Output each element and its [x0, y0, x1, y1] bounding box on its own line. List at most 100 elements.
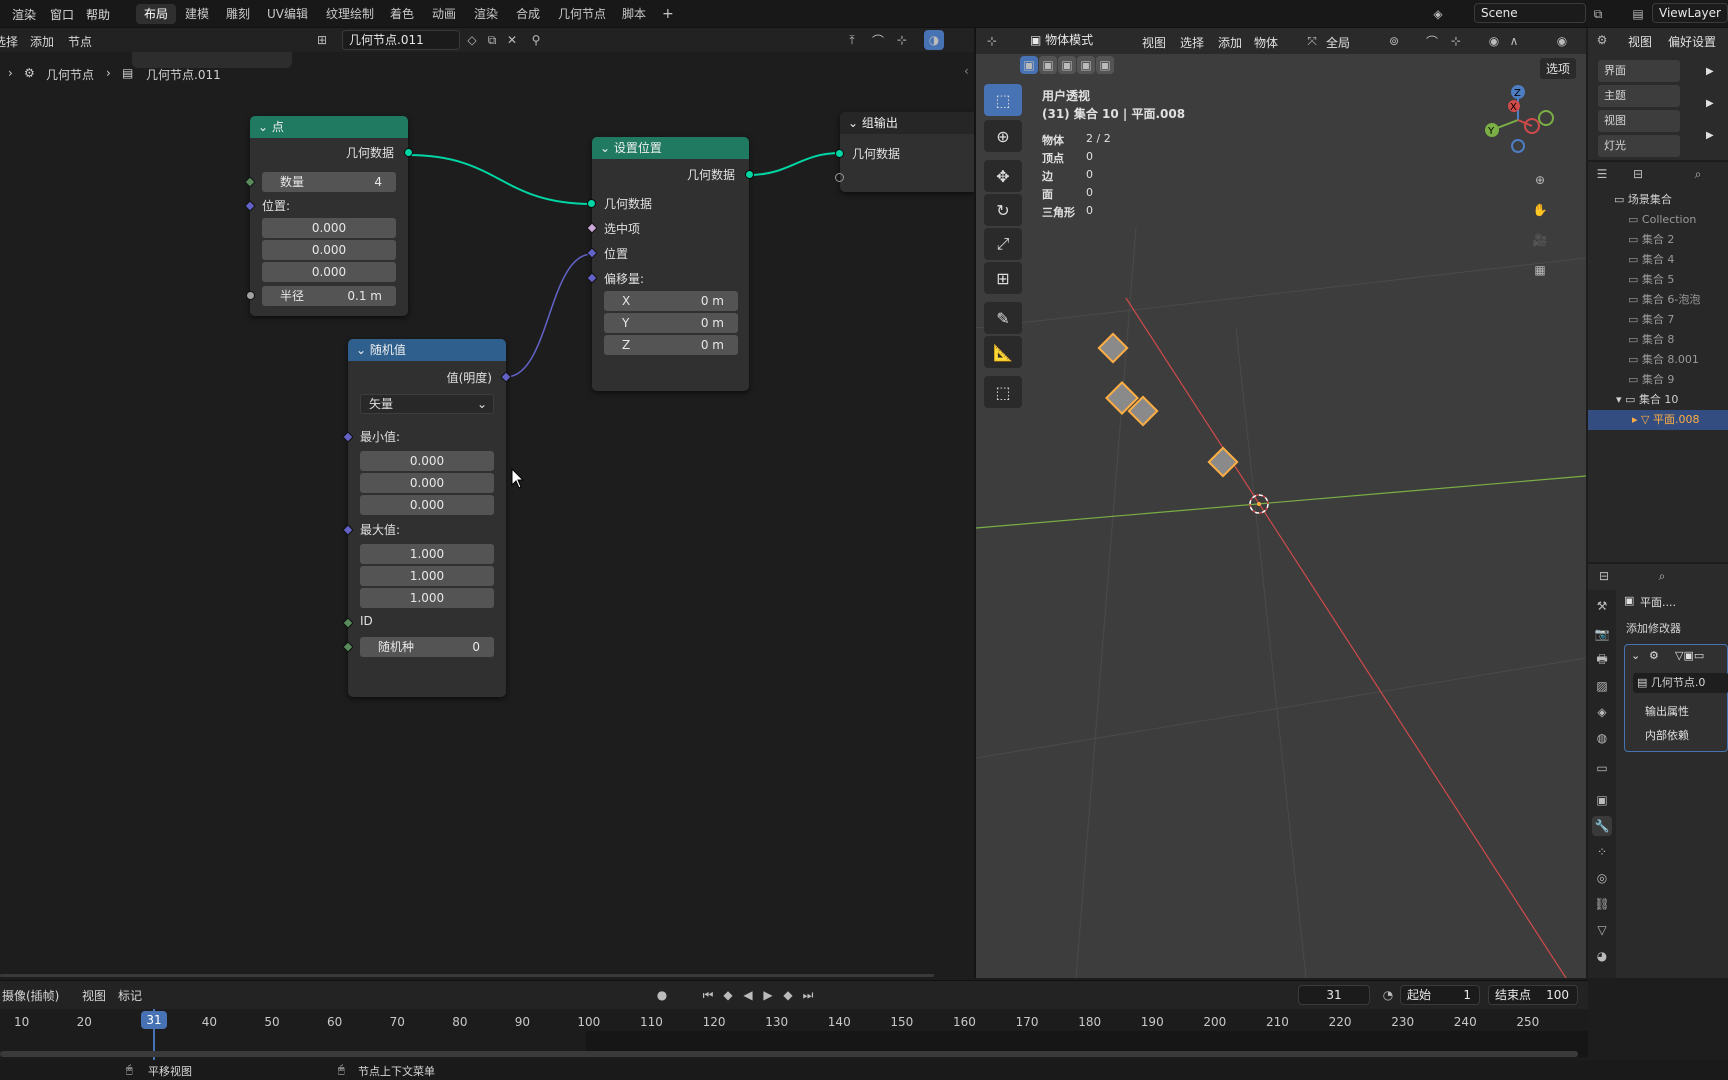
outliner-scene-collection[interactable]: ▭ 场景集合: [1588, 190, 1728, 210]
outliner-item[interactable]: ▾ ▭ 集合 10: [1588, 390, 1728, 410]
tab-shading[interactable]: 着色: [382, 4, 422, 24]
collapse-chevron-icon[interactable]: ⌄: [356, 343, 366, 357]
node-group-selector[interactable]: ▤ 几何节点.0: [1633, 673, 1728, 693]
min-y-field[interactable]: 0.000: [360, 473, 494, 493]
expand-arrow-icon[interactable]: ▸: [1632, 413, 1638, 426]
select-invert-icon[interactable]: ▣: [1077, 56, 1095, 74]
max-z-field[interactable]: 1.000: [360, 588, 494, 608]
start-frame-field[interactable]: 起始 1: [1400, 985, 1480, 1005]
measure-tool[interactable]: 📐: [984, 336, 1022, 368]
prefs-menu-view[interactable]: 视图: [1628, 33, 1652, 50]
outliner-item[interactable]: ▭ 集合 4: [1588, 250, 1728, 270]
position-x-field[interactable]: 0.000: [262, 218, 396, 238]
select-extend-icon[interactable]: ▣: [1039, 56, 1057, 74]
clock-icon[interactable]: ◔: [1378, 985, 1398, 1005]
offset-y-field[interactable]: Y 0 m: [604, 313, 738, 333]
add-modifier-button[interactable]: 添加修改器: [1622, 618, 1728, 640]
set-position-geometry-output-socket[interactable]: [745, 170, 754, 179]
position-y-field[interactable]: 0.000: [262, 240, 396, 260]
collection-tab-icon[interactable]: ▭: [1592, 758, 1612, 778]
menu-render[interactable]: 渲染: [12, 6, 36, 23]
move-tool[interactable]: ✥: [984, 160, 1022, 192]
points-geometry-output-socket[interactable]: [404, 148, 413, 157]
menu-select[interactable]: 选择: [1180, 34, 1204, 51]
horizontal-scrollbar[interactable]: [0, 974, 934, 977]
tab-layout[interactable]: 布局: [136, 4, 177, 24]
filter-icon[interactable]: ⊟: [1628, 164, 1648, 184]
options-dropdown[interactable]: 选项: [1540, 58, 1577, 79]
outliner-item[interactable]: ▭ Collection: [1588, 210, 1728, 230]
mode-dropdown[interactable]: ▣ 物体模式: [1024, 31, 1126, 51]
radius-field[interactable]: 半径 0.1 m: [262, 286, 396, 306]
timeline-menu-view[interactable]: 视图: [82, 987, 106, 1004]
keying-dropdown[interactable]: 摄像(插帧): [2, 987, 59, 1004]
points-node-header[interactable]: ⌄ 点: [250, 116, 408, 138]
tab-scripting[interactable]: 脚本: [614, 4, 654, 24]
set-position-node[interactable]: ⌄ 设置位置 几何数据 几何数据 选中项 位置 偏移量: X 0 m Y 0 m…: [586, 137, 754, 391]
cursor-tool[interactable]: ⊕: [984, 120, 1022, 152]
group-output-empty-socket[interactable]: [835, 173, 844, 182]
collapse-chevron-icon[interactable]: ⌄: [258, 120, 268, 134]
transform-orientation-icon[interactable]: ⤧: [1302, 31, 1322, 51]
outliner-item[interactable]: ▭ 集合 2: [1588, 230, 1728, 250]
expand-triangle-icon[interactable]: ▾: [1616, 393, 1622, 406]
zoom-icon[interactable]: ⊕: [1530, 170, 1550, 190]
points-node[interactable]: ⌄ 点 几何数据 数量 4 位置: 0.000 0.000 0.000 半径 0…: [244, 116, 413, 316]
tab-sculpting[interactable]: 雕刻: [218, 4, 258, 24]
menu-help[interactable]: 帮助: [86, 6, 110, 23]
random-value-node-header[interactable]: ⌄ 随机值: [348, 339, 506, 361]
radius-input-socket[interactable]: [246, 291, 255, 300]
view-layer-field[interactable]: ViewLayer: [1652, 3, 1728, 23]
menu-add[interactable]: 添加: [1218, 34, 1242, 51]
add-cube-tool[interactable]: ⬚: [984, 376, 1022, 408]
expand-arrow-icon[interactable]: ▶: [1706, 66, 1714, 77]
tool-tab-icon[interactable]: ⚒: [1592, 596, 1612, 616]
playhead-frame-badge[interactable]: 31: [141, 1011, 167, 1029]
editor-type-icon[interactable]: ⊟: [1594, 566, 1614, 586]
group-output-geometry-socket[interactable]: [835, 149, 844, 158]
transform-tool[interactable]: ⊞: [984, 262, 1022, 294]
section-output-attributes[interactable]: 输出属性: [1645, 703, 1689, 719]
navigation-gizmo[interactable]: Z Y X: [1480, 82, 1556, 158]
modifier-toggle-icons[interactable]: ▽▣▭: [1675, 649, 1704, 662]
set-position-geometry-input-socket[interactable]: [587, 199, 596, 208]
rotate-tool[interactable]: ↻: [984, 194, 1022, 226]
collapse-chevron-icon[interactable]: ⌄: [600, 141, 610, 155]
ortho-grid-icon[interactable]: ▦: [1530, 260, 1550, 280]
gear-icon[interactable]: ⚙: [1592, 30, 1612, 50]
add-workspace-button[interactable]: +: [654, 4, 682, 24]
tab-texture-paint[interactable]: 纹理绘制: [318, 4, 382, 24]
snap-target-icon[interactable]: ⊹: [1446, 31, 1466, 51]
constraints-tab-icon[interactable]: ⛓: [1592, 894, 1612, 914]
set-position-node-header[interactable]: ⌄ 设置位置: [592, 137, 749, 159]
search-icon[interactable]: ⌕: [1688, 164, 1708, 184]
offset-x-field[interactable]: X 0 m: [604, 291, 738, 311]
record-icon[interactable]: ●: [652, 985, 672, 1005]
next-keyframe-icon[interactable]: ◆: [778, 985, 798, 1005]
section-internal-dependencies[interactable]: 内部依赖: [1645, 727, 1689, 743]
transform-orientation-value[interactable]: 全局: [1326, 34, 1350, 51]
jump-start-icon[interactable]: ⏮: [698, 985, 718, 1005]
output-tab-icon[interactable]: 🖶: [1592, 650, 1612, 670]
search-icon[interactable]: ⌕: [1652, 566, 1672, 586]
modifier-tab-icon[interactable]: 🔧: [1592, 816, 1612, 836]
menu-view[interactable]: 视图: [1142, 34, 1166, 51]
tab-rendering[interactable]: 渲染: [466, 4, 506, 24]
scene-name-field[interactable]: Scene: [1474, 3, 1586, 23]
hand-pan-icon[interactable]: ✋: [1530, 200, 1550, 220]
count-field[interactable]: 数量 4: [262, 172, 396, 192]
outliner-item[interactable]: ▭ 集合 8: [1588, 330, 1728, 350]
select-new-icon[interactable]: ▣: [1020, 56, 1038, 74]
group-output-node-header[interactable]: ⌄ 组输出: [840, 112, 974, 134]
offset-z-field[interactable]: Z 0 m: [604, 335, 738, 355]
tab-compositing[interactable]: 合成: [508, 4, 548, 24]
timeline-menu-marker[interactable]: 标记: [118, 987, 142, 1004]
menu-window[interactable]: 窗口: [50, 6, 74, 23]
physics-tab-icon[interactable]: ◎: [1592, 868, 1612, 888]
editor-type-icon[interactable]: ⊹: [982, 31, 1002, 51]
prefs-item-lights[interactable]: 灯光: [1598, 135, 1680, 157]
end-frame-field[interactable]: 结束点 100: [1488, 985, 1578, 1005]
render-tab-icon[interactable]: 📷: [1592, 624, 1612, 644]
max-y-field[interactable]: 1.000: [360, 566, 494, 586]
outliner-item[interactable]: ▭ 集合 5: [1588, 270, 1728, 290]
